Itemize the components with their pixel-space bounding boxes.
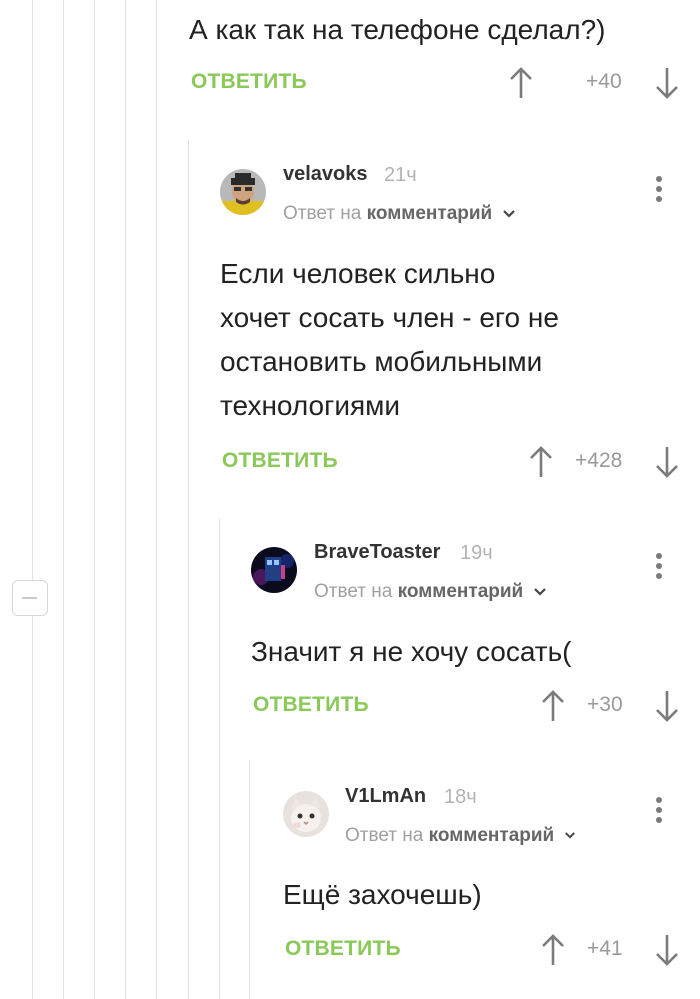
comment-text: Ещё захочешь): [283, 879, 482, 910]
reply-to-prefix: Ответ на: [345, 825, 424, 846]
comment-text: Значит я не хочу сосать(: [251, 636, 572, 667]
thread-line-8: [249, 760, 250, 999]
reply-button[interactable]: ОТВЕТИТЬ: [191, 70, 307, 94]
comment-time: 18ч: [444, 786, 477, 808]
avatar[interactable]: [220, 169, 266, 215]
thread-line-1: [32, 0, 33, 999]
more-options-button[interactable]: [655, 176, 663, 206]
arrow-up-icon[interactable]: [528, 445, 554, 479]
arrow-down-icon[interactable]: [654, 445, 680, 479]
arrow-up-icon[interactable]: [540, 933, 566, 967]
more-vertical-icon: [656, 553, 662, 559]
reply-to-target: комментарий: [366, 203, 493, 224]
comment-text: А как так на телефоне сделал?): [189, 14, 606, 45]
thread-line-3: [94, 0, 95, 999]
reply-to-target: комментарий: [397, 581, 524, 602]
reply-to-link[interactable]: Ответ на комментарий: [345, 825, 576, 847]
comment-time: 21ч: [384, 164, 417, 186]
reply-to-link[interactable]: Ответ на комментарий: [283, 203, 516, 225]
comment-score: +41: [587, 937, 623, 960]
thread-line-7: [219, 518, 220, 999]
avatar[interactable]: [251, 547, 297, 593]
avatar[interactable]: [283, 791, 329, 837]
vote-widget: +40: [500, 62, 680, 102]
vote-widget: +428: [500, 441, 680, 481]
vote-widget: +41: [500, 929, 680, 969]
chevron-down-icon: [502, 210, 515, 218]
arrow-down-icon[interactable]: [654, 66, 680, 100]
thread-line-2: [63, 0, 64, 999]
thread-line-4: [125, 0, 126, 999]
collapse-thread-button[interactable]: [12, 580, 48, 616]
arrow-down-icon[interactable]: [654, 689, 680, 723]
more-options-button[interactable]: [655, 553, 663, 583]
more-options-button[interactable]: [655, 797, 663, 827]
vote-widget: +30: [500, 685, 680, 725]
reply-to-link[interactable]: Ответ на комментарий: [314, 581, 547, 603]
arrow-down-icon[interactable]: [654, 933, 680, 967]
comment-time: 19ч: [460, 542, 493, 564]
arrow-up-icon[interactable]: [508, 66, 534, 100]
more-vertical-icon: [656, 176, 662, 182]
reply-button[interactable]: ОТВЕТИТЬ: [285, 937, 401, 961]
comment-username[interactable]: velavoks: [283, 163, 368, 186]
minus-icon: [22, 597, 37, 599]
reply-to-prefix: Ответ на: [283, 203, 362, 224]
comment-username[interactable]: BraveToaster: [314, 541, 440, 564]
more-vertical-icon: [656, 797, 662, 803]
comment-score: +428: [575, 449, 623, 472]
chevron-down-icon: [533, 588, 546, 596]
reply-button[interactable]: ОТВЕТИТЬ: [253, 693, 369, 717]
arrow-up-icon[interactable]: [540, 689, 566, 723]
comment-username[interactable]: V1LmAn: [345, 785, 426, 808]
thread-line-6: [188, 140, 189, 999]
reply-to-target: комментарий: [428, 825, 555, 846]
reply-button[interactable]: ОТВЕТИТЬ: [222, 449, 338, 473]
comment-score: +30: [587, 693, 623, 716]
thread-line-5: [156, 0, 157, 999]
comment-score: +40: [586, 70, 622, 93]
comment-text: Если человек сильно хочет сосать член - …: [220, 258, 559, 421]
reply-to-prefix: Ответ на: [314, 581, 393, 602]
chevron-down-icon: [564, 832, 575, 840]
